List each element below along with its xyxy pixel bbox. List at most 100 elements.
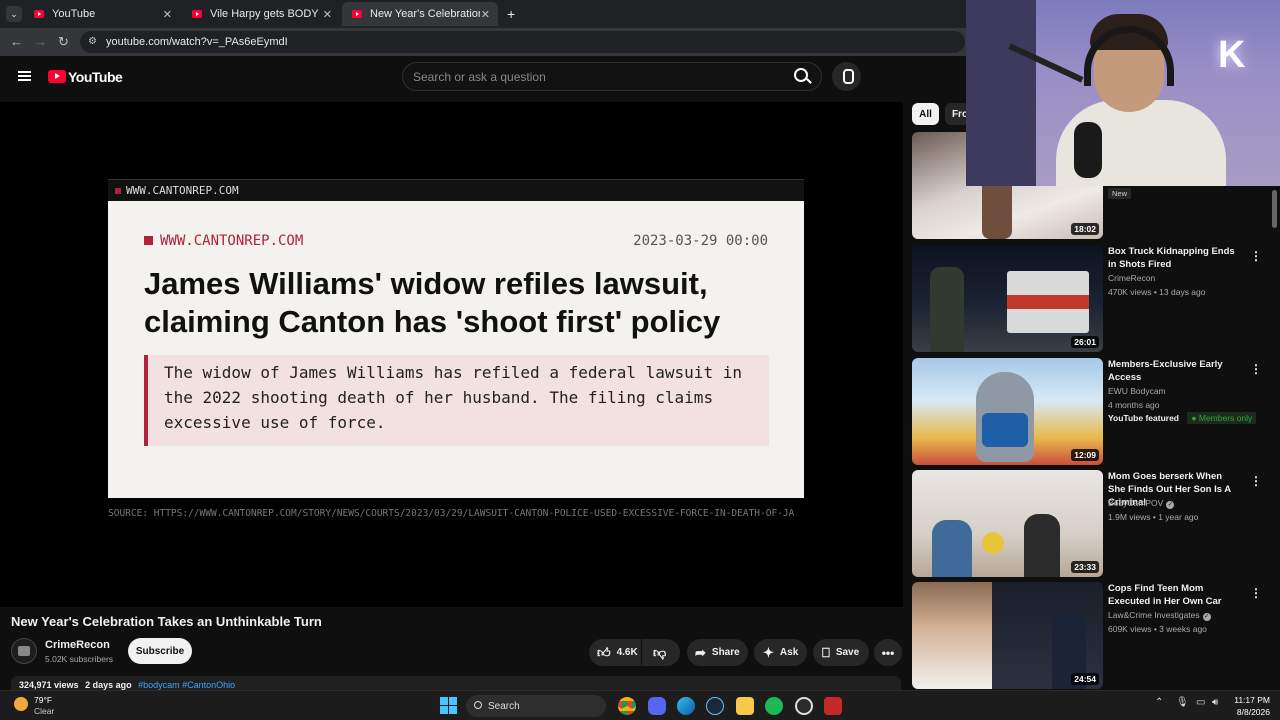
taskbar-search[interactable]: Search xyxy=(466,695,606,717)
more-vertical-icon[interactable]: ⋮ xyxy=(1250,362,1262,376)
recommendation-channel[interactable]: CrimeRecon xyxy=(1108,273,1155,283)
recommendation-meta: 1.9M views • 1 year ago xyxy=(1108,512,1199,522)
video-duration: 23:33 xyxy=(1071,561,1099,573)
new-tab-button[interactable]: + xyxy=(507,6,515,22)
more-horizontal-icon: ••• xyxy=(881,645,895,660)
thumbnail-flowers xyxy=(982,532,1004,554)
system-clock[interactable]: 11:17 PM 8/8/2026 xyxy=(1228,694,1270,718)
tray-chevron-icon[interactable]: ⌃ xyxy=(1155,697,1163,708)
site-marker-icon xyxy=(144,236,153,245)
recommendation-item[interactable]: 24:54 Cops Find Teen Mom Executed in Her… xyxy=(912,582,1262,690)
thumbnail-portrait xyxy=(912,582,992,689)
recommendation-channel[interactable]: EWU Bodycam xyxy=(1108,386,1166,396)
youtube-favicon-icon xyxy=(34,10,44,18)
chip-all[interactable]: All xyxy=(912,103,939,125)
voice-search-mic-icon[interactable] xyxy=(832,62,861,91)
recommendation-item[interactable]: 12:09 Members-Exclusive Early Access EWU… xyxy=(912,358,1262,466)
tab-new-years[interactable]: New Year's Celebration Takes an ✕ xyxy=(342,2,498,26)
close-tab-icon[interactable]: ✕ xyxy=(323,8,332,21)
article-date: 2023-03-29 00:00 xyxy=(633,233,768,249)
save-button[interactable]: ⎕ Save xyxy=(813,639,869,666)
recommendation-title[interactable]: Members-Exclusive Early Access xyxy=(1108,358,1238,384)
youtube-logo-icon[interactable] xyxy=(48,70,66,83)
youtube-logo-text[interactable]: YouTube xyxy=(68,69,123,85)
article-card: WWW.CANTONREP.COM 2023-03-29 00:00 James… xyxy=(108,201,804,498)
spotify-icon[interactable] xyxy=(765,697,783,715)
sparkle-icon: ✦ xyxy=(763,644,774,660)
recommendation-item[interactable]: 26:01 Box Truck Kidnapping Ends in Shots… xyxy=(912,245,1262,353)
search-input[interactable]: Search or ask a question xyxy=(402,62,822,91)
scrollbar-thumb[interactable] xyxy=(1272,190,1277,228)
app-icon[interactable] xyxy=(824,697,842,715)
close-tab-icon[interactable]: ✕ xyxy=(163,8,172,21)
video-title: New Year's Celebration Takes an Unthinka… xyxy=(11,614,322,629)
steam-icon[interactable] xyxy=(706,697,724,715)
recommendation-title[interactable]: Box Truck Kidnapping Ends in Shots Fired xyxy=(1108,245,1238,271)
share-button[interactable]: ➦ Share xyxy=(687,639,748,666)
file-explorer-icon[interactable] xyxy=(736,697,754,715)
reload-icon[interactable]: ↻ xyxy=(58,34,69,50)
recommendation-channel[interactable]: BodyCamPOV ✓ xyxy=(1108,498,1175,509)
video-duration: 24:54 xyxy=(1071,673,1099,685)
recommendation-item[interactable]: 23:33 Mom Goes berserk When She Finds Ou… xyxy=(912,470,1262,578)
recommendation-title[interactable]: Cops Find Teen Mom Executed in Her Own C… xyxy=(1108,582,1238,608)
sidebar-scrollbar[interactable] xyxy=(1270,186,1280,690)
close-tab-icon[interactable]: ✕ xyxy=(481,8,490,21)
chrome-icon[interactable] xyxy=(618,697,636,715)
edge-icon[interactable] xyxy=(677,697,695,715)
video-thumbnail[interactable]: 23:33 xyxy=(912,470,1103,577)
article-headline: James Williams' widow refiles lawsuit, c… xyxy=(144,266,721,339)
like-button[interactable]: 👍︎ 4.6K xyxy=(589,639,641,666)
url-field[interactable]: ⚙ youtube.com/watch?v=_PAs6eEymdI xyxy=(80,31,965,53)
new-badge: New xyxy=(1108,188,1132,199)
channel-avatar[interactable] xyxy=(11,638,37,664)
thumbs-down-icon: 👎︎ xyxy=(653,644,667,660)
discord-icon[interactable] xyxy=(648,697,666,715)
menu-icon[interactable] xyxy=(18,71,31,81)
tab-youtube[interactable]: YouTube ✕ xyxy=(24,2,180,26)
video-duration: 26:01 xyxy=(1071,336,1099,348)
thumbnail-officer xyxy=(930,267,964,352)
dislike-button[interactable]: 👎︎ xyxy=(642,639,680,666)
article-source: SOURCE: HTTPS://WWW.CANTONREP.COM/STORY/… xyxy=(108,508,795,519)
thumbnail-person-right xyxy=(1024,514,1060,577)
recommendation-meta: 470K views • 13 days ago xyxy=(1108,287,1206,297)
volume-icon[interactable]: 🔊︎ xyxy=(1212,697,1218,708)
video-duration: 18:02 xyxy=(1071,223,1099,235)
recommendation-channel[interactable]: Law&Crime Investigates ✓ xyxy=(1108,610,1211,621)
article-quote: The widow of James Williams has refiled … xyxy=(144,355,769,446)
forward-arrow-icon[interactable]: → xyxy=(34,34,47,49)
thumbnail-person-left xyxy=(932,520,972,577)
thumbs-up-icon: 👍︎ xyxy=(597,644,611,660)
verified-icon: ✓ xyxy=(1202,613,1211,621)
video-thumbnail[interactable]: 12:09 xyxy=(912,358,1103,465)
back-arrow-icon[interactable]: ← xyxy=(10,34,23,49)
recommendation-meta: 4 months ago xyxy=(1108,400,1160,410)
more-vertical-icon[interactable]: ⋮ xyxy=(1250,474,1262,488)
start-button[interactable] xyxy=(440,697,457,714)
more-vertical-icon[interactable]: ⋮ xyxy=(1250,586,1262,600)
tab-vile-harpy[interactable]: Vile Harpy gets BODY SLAMMED ✕ xyxy=(182,2,340,26)
tray-mic-icon[interactable]: 🎙︎ xyxy=(1176,697,1189,708)
subscribe-button[interactable]: Subscribe xyxy=(128,638,192,664)
network-icon[interactable]: ▭ xyxy=(1196,697,1205,708)
description-box[interactable]: 324,971 views 2 days ago #bodycam #Canto… xyxy=(11,676,901,690)
search-icon[interactable] xyxy=(794,68,808,82)
microphone-icon xyxy=(1074,122,1102,178)
video-thumbnail[interactable]: 26:01 xyxy=(912,245,1103,352)
site-info-icon[interactable]: ⚙ xyxy=(88,36,97,47)
video-thumbnail[interactable]: 24:54 xyxy=(912,582,1103,689)
webcam-background-door xyxy=(966,0,1036,186)
thumbnail-mascot-shirt xyxy=(982,413,1028,447)
article-site: WWW.CANTONREP.COM xyxy=(144,233,303,249)
tab-search-dropdown[interactable]: ⌄ xyxy=(6,6,22,22)
share-icon: ➦ xyxy=(695,644,706,660)
ask-button[interactable]: ✦ Ask xyxy=(754,639,807,666)
thumbnail-truck-stripe xyxy=(1007,295,1089,309)
members-only-badge: ● Members only xyxy=(1187,412,1257,424)
webcam-overlay: K xyxy=(966,0,1280,186)
obs-icon[interactable] xyxy=(795,697,813,715)
channel-name[interactable]: CrimeRecon xyxy=(45,639,110,651)
more-actions-button[interactable]: ••• xyxy=(874,639,902,666)
more-vertical-icon[interactable]: ⋮ xyxy=(1250,249,1262,263)
